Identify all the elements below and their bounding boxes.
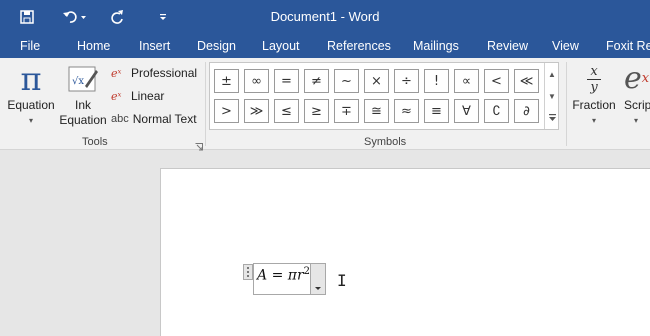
svg-text:√x: √x (72, 76, 84, 87)
window-title: Document1 - Word (270, 9, 380, 24)
title-bar: Document1 - Word (0, 0, 650, 34)
linear-button[interactable]: eˣ Linear (111, 86, 164, 106)
equation-options-button[interactable] (310, 264, 325, 294)
linear-icon: eˣ (111, 89, 122, 103)
normal-text-icon: abc (111, 113, 129, 125)
symbol-less-equal[interactable]: ≤ (274, 99, 299, 123)
symbol-times[interactable]: × (364, 69, 389, 93)
document-page[interactable] (160, 168, 650, 336)
text-cursor-icon: I (337, 271, 347, 290)
equation-lhs: A (257, 267, 268, 284)
tab-references[interactable]: References (327, 34, 391, 58)
chevron-down-icon: ▾ (634, 116, 639, 125)
tab-foxit-reader[interactable]: Foxit Re (606, 34, 650, 58)
equation-equals: = (267, 267, 288, 284)
fraction-denominator: y (590, 79, 598, 95)
equation-text: A = πr2 (257, 266, 310, 284)
symbol-less-than[interactable]: < (484, 69, 509, 93)
professional-label: Professional (131, 66, 198, 80)
symbol-approx[interactable]: ≈ (394, 99, 419, 123)
group-separator (205, 62, 206, 146)
symbol-congruent[interactable]: ≅ (364, 99, 389, 123)
script-button[interactable]: ex Scrip ▾ (622, 60, 650, 128)
tab-home[interactable]: Home (77, 34, 110, 58)
symbol-much-less-than[interactable]: ≪ (514, 69, 539, 93)
script-superscript-box: x (641, 71, 650, 86)
symbol-not-equal[interactable]: ≠ (304, 69, 329, 93)
symbol-for-all[interactable]: ∀ (454, 99, 479, 123)
symbol-greater-equal[interactable]: ≥ (304, 99, 329, 123)
symbol-minus-plus[interactable]: ∓ (334, 99, 359, 123)
symbols-group-label: Symbols (364, 136, 407, 148)
symbol-proportional[interactable]: ∝ (454, 69, 479, 93)
ink-label-1: Ink (74, 98, 91, 112)
symbol-tilde[interactable]: ~ (334, 69, 359, 93)
tab-layout[interactable]: Layout (262, 34, 300, 58)
symbol-much-greater-than[interactable]: ≫ (244, 99, 269, 123)
normal-text-label: Normal Text (132, 112, 197, 126)
fraction-button[interactable]: x y Fraction ▾ (569, 60, 619, 128)
pi-icon: π (20, 60, 42, 98)
equation-box[interactable]: A = πr2 (253, 263, 326, 295)
ink-equation-icon: √x (58, 60, 108, 98)
fraction-icon: x y (569, 60, 619, 98)
symbol-complement[interactable]: ∁ (484, 99, 509, 123)
group-separator (566, 62, 567, 146)
equation-button[interactable]: π Equation ▾ (4, 60, 58, 128)
gallery-scroll-down-icon[interactable]: ▼ (545, 85, 559, 107)
fraction-label: Fraction (572, 98, 616, 112)
professional-icon: eˣ (111, 66, 122, 80)
chevron-down-icon: ▾ (591, 116, 596, 125)
symbol-factorial[interactable]: ! (424, 69, 449, 93)
ribbon-tabs: File Home Insert Design Layout Reference… (0, 34, 650, 58)
symbols-gallery: ± ∞ = ≠ ~ × ÷ ! ∝ < ≪ > ≫ ≤ ≥ ∓ ≅ ≈ ≡ ∀ … (209, 62, 559, 130)
gallery-scroll-up-icon[interactable]: ▲ (545, 63, 559, 85)
symbol-greater-than[interactable]: > (214, 99, 239, 123)
symbol-plus-minus[interactable]: ± (214, 69, 239, 93)
dialog-launcher-icon[interactable] (195, 138, 203, 151)
script-label: Scrip (624, 98, 650, 112)
ink-label-2: Equation (59, 113, 107, 127)
symbol-infinity[interactable]: ∞ (244, 69, 269, 93)
gallery-more-icon[interactable] (545, 107, 559, 129)
tab-view[interactable]: View (552, 34, 579, 58)
chevron-down-icon: ▾ (28, 116, 33, 125)
tab-insert[interactable]: Insert (139, 34, 170, 58)
tab-review[interactable]: Review (487, 34, 528, 58)
equation-rhs: πr (287, 267, 304, 284)
normal-text-button[interactable]: abc Normal Text (111, 109, 197, 129)
symbol-divide[interactable]: ÷ (394, 69, 419, 93)
symbol-equals[interactable]: = (274, 69, 299, 93)
tab-design[interactable]: Design (197, 34, 236, 58)
symbols-gallery-scrollbar: ▲ ▼ (544, 63, 558, 129)
equation-label: Equation (7, 98, 55, 112)
symbol-partial[interactable]: ∂ (514, 99, 539, 123)
professional-button[interactable]: eˣ Professional (111, 63, 197, 83)
fraction-numerator: x (590, 63, 598, 79)
tab-mailings[interactable]: Mailings (413, 34, 459, 58)
ribbon-equation-tools: π Equation ▾ √x Ink Equation eˣ Professi… (0, 58, 650, 151)
linear-label: Linear (131, 89, 165, 103)
symbol-identical[interactable]: ≡ (424, 99, 449, 123)
ink-equation-button[interactable]: √x Ink Equation (58, 60, 108, 128)
script-glyph: e (624, 61, 642, 96)
tab-file[interactable]: File (20, 34, 40, 58)
tools-group-label: Tools (82, 136, 108, 148)
equation-move-handle[interactable] (243, 264, 253, 280)
script-icon: ex (622, 60, 650, 98)
